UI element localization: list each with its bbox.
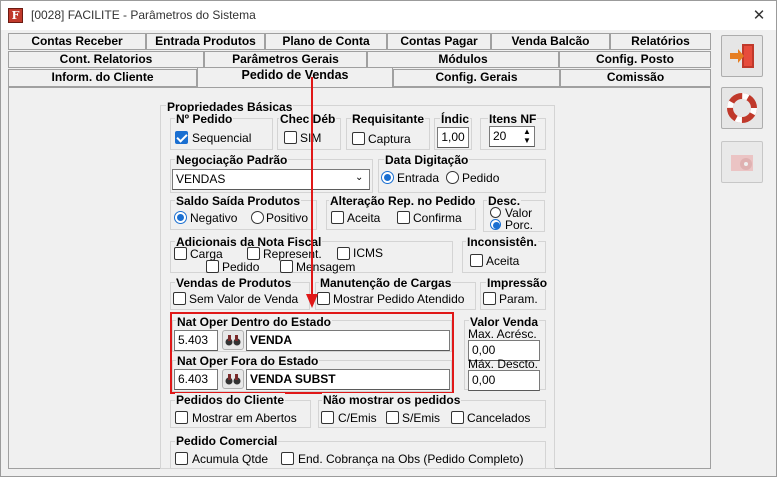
tab-plano-conta[interactable]: Plano de Conta	[265, 33, 387, 50]
s-emis-checkbox[interactable]	[386, 411, 399, 424]
indic-input[interactable]: 1,00	[437, 127, 469, 148]
requisitante-label: Requisitante	[351, 112, 426, 126]
tab-modulos[interactable]: Módulos	[367, 51, 559, 68]
tab-comissao[interactable]: Comissão	[560, 69, 711, 87]
window-title: [0028] FACILITE - Parâmetros do Sistema	[31, 8, 256, 22]
tab-contas-receber[interactable]: Contas Receber	[8, 33, 146, 50]
chec-deb-checkbox[interactable]	[284, 131, 297, 144]
cancelados-label: Cancelados	[467, 411, 531, 425]
captura-checkbox[interactable]	[352, 132, 365, 145]
annotation-arrow-icon	[306, 77, 318, 308]
tab-pedido-vendas[interactable]: Pedido de Vendas	[197, 67, 393, 87]
max-descto-label: Máx. Descto.	[468, 357, 539, 371]
saldo-saida-label: Saldo Saída Produtos	[175, 194, 302, 208]
negociacao-select[interactable]: VENDAS	[172, 169, 370, 190]
inconsisten-label: Inconsistên.	[466, 235, 539, 249]
param-checkbox[interactable]	[483, 292, 496, 305]
max-acresc-label: Max. Acrésc.	[468, 327, 537, 341]
captura-label: Captura	[368, 132, 411, 146]
manutencao-cargas-label: Manutenção de Cargas	[319, 276, 453, 290]
sem-valor-venda-checkbox[interactable]	[173, 292, 186, 305]
alteracao-rep-label: Alteração Rep. no Pedido	[329, 194, 477, 208]
gear-config-icon	[731, 155, 753, 171]
highlight-box	[170, 312, 454, 394]
close-icon[interactable]: ✕	[745, 4, 773, 28]
adicionais-pedido-label: Pedido	[222, 260, 260, 274]
tab-cont-relatorios[interactable]: Cont. Relatorios	[8, 51, 204, 68]
itens-nf-label: Itens NF	[488, 112, 538, 126]
sem-valor-venda-label: Sem Valor de Venda	[189, 292, 299, 306]
exit-button[interactable]	[721, 35, 763, 77]
vendas-produtos-label: Vendas de Produtos	[175, 276, 293, 290]
tab-parametros-gerais[interactable]: Parâmetros Gerais	[204, 51, 367, 68]
tab-entrada-produtos[interactable]: Entrada Produtos	[146, 33, 265, 50]
n-pedido-label: Nº Pedido	[175, 112, 234, 126]
config-button[interactable]	[721, 141, 763, 183]
alteracao-aceita-checkbox[interactable]	[331, 211, 344, 224]
alteracao-aceita-label: Aceita	[347, 211, 381, 225]
end-cobranca-label: End. Cobrança na Obs (Pedido Completo)	[298, 452, 524, 466]
impressao-label: Impressão	[486, 276, 549, 290]
pedido-label: Pedido	[462, 171, 500, 185]
title-bar: F [0028] FACILITE - Parâmetros do Sistem…	[1, 1, 776, 30]
nao-mostrar-label: Não mostrar os pedidos	[322, 393, 462, 407]
c-emis-label: C/Emis	[338, 411, 377, 425]
confirma-label: Confirma	[413, 211, 462, 225]
end-cobranca-checkbox[interactable]	[281, 452, 294, 465]
entrada-label: Entrada	[397, 171, 440, 185]
carga-label: Carga	[190, 247, 223, 261]
mostrar-abertos-checkbox[interactable]	[175, 411, 188, 424]
porc-radio[interactable]	[490, 219, 501, 230]
entrada-radio[interactable]	[381, 171, 394, 184]
pedido-radio[interactable]	[446, 171, 459, 184]
porc-label: Porc.	[505, 218, 534, 232]
negociacao-label: Negociação Padrão	[175, 153, 289, 167]
spinner-arrows-icon[interactable]: ▲ ▼	[520, 127, 534, 146]
mensagem-checkbox[interactable]	[280, 260, 293, 273]
data-digitacao-label: Data Digitação	[384, 153, 470, 167]
itens-nf-value: 20	[493, 129, 507, 143]
positivo-radio[interactable]	[251, 211, 264, 224]
mostrar-pedido-atendido-label: Mostrar Pedido Atendido	[333, 292, 465, 306]
negativo-radio[interactable]	[174, 211, 187, 224]
negociacao-value: VENDAS	[176, 172, 226, 186]
max-descto-input[interactable]: 0,00	[468, 370, 540, 391]
icms-checkbox[interactable]	[337, 247, 350, 260]
pedidos-cliente-label: Pedidos do Cliente	[175, 393, 286, 407]
tab-config-gerais[interactable]: Config. Gerais	[393, 69, 560, 87]
sequencial-label: Sequencial	[192, 131, 252, 145]
inconsisten-aceita-label: Aceita	[486, 254, 520, 268]
icms-label: ICMS	[353, 246, 383, 260]
inconsisten-aceita-checkbox[interactable]	[470, 254, 483, 267]
tab-contas-pagar[interactable]: Contas Pagar	[387, 33, 491, 50]
carga-checkbox[interactable]	[174, 247, 187, 260]
negativo-label: Negativo	[190, 211, 238, 225]
help-button[interactable]	[721, 87, 763, 129]
acumula-qtde-checkbox[interactable]	[175, 452, 188, 465]
indic-label: Índic	[440, 112, 471, 126]
param-label: Param.	[499, 292, 538, 306]
adicionais-pedido-checkbox[interactable]	[206, 260, 219, 273]
tab-inform-cliente[interactable]: Inform. do Cliente	[8, 69, 197, 87]
app-icon: F	[8, 8, 23, 23]
tab-config-posto[interactable]: Config. Posto	[559, 51, 711, 68]
exit-door-icon	[730, 44, 754, 68]
s-emis-label: S/Emis	[402, 411, 441, 425]
valor-radio[interactable]	[490, 207, 501, 218]
lifebuoy-icon	[727, 93, 757, 123]
represent-checkbox[interactable]	[247, 247, 260, 260]
mostrar-abertos-label: Mostrar em Abertos	[192, 411, 297, 425]
chevron-down-icon[interactable]: ⌄	[355, 172, 363, 183]
tab-venda-balcao[interactable]: Venda Balcão	[491, 33, 610, 50]
acumula-qtde-label: Acumula Qtde	[192, 452, 269, 466]
pedido-comercial-label: Pedido Comercial	[175, 434, 279, 448]
sequencial-checkbox[interactable]	[175, 131, 188, 144]
c-emis-checkbox[interactable]	[321, 411, 334, 424]
cancelados-checkbox[interactable]	[451, 411, 464, 424]
tab-relatorios[interactable]: Relatórios	[610, 33, 711, 50]
confirma-checkbox[interactable]	[397, 211, 410, 224]
